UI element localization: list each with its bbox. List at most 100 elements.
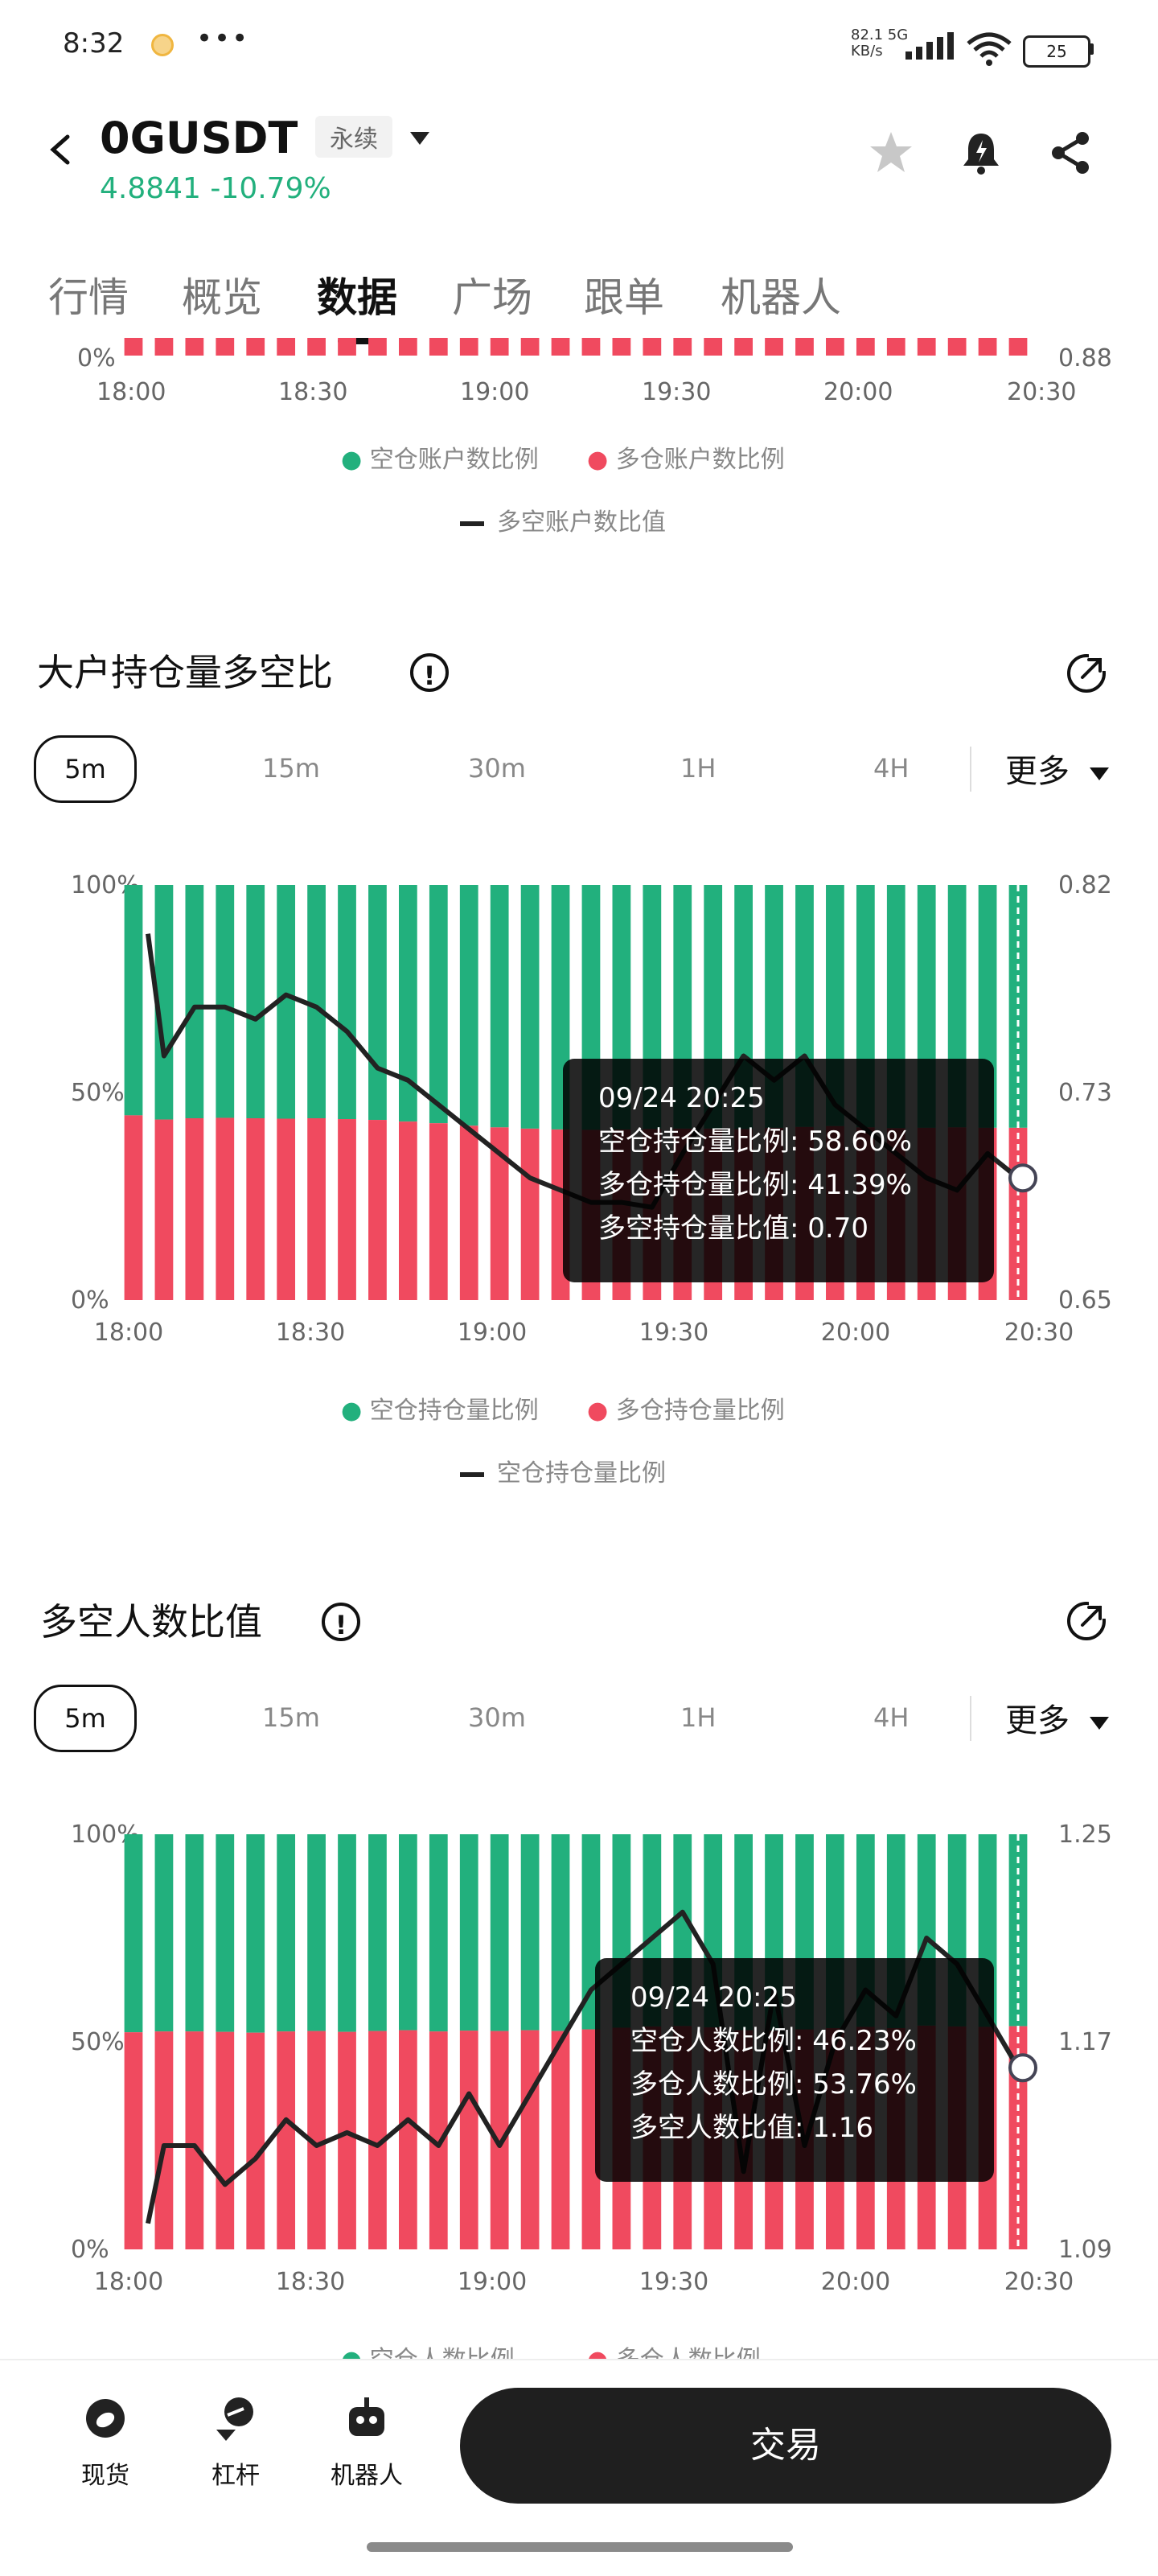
bar-long	[856, 338, 875, 356]
bar-long	[399, 2030, 417, 2249]
contract-type-badge[interactable]: 永续	[315, 116, 392, 158]
spot-icon	[86, 2399, 125, 2438]
bar-short	[124, 1834, 143, 2033]
nav-margin[interactable]: 杠杆	[199, 2394, 272, 2491]
timeframe-30m[interactable]: 30m	[468, 753, 526, 784]
chart-tooltip: 09/24 20:25 空仓持仓量比例: 58.60% 多仓持仓量比例: 41.…	[563, 1059, 994, 1282]
nav-spot[interactable]: 现货	[69, 2394, 142, 2491]
bar-short	[459, 1834, 478, 2031]
tab-copy-trading[interactable]: 跟单	[584, 265, 664, 323]
bar-long	[154, 1119, 174, 1300]
bar-long	[216, 338, 235, 356]
timeframe-15m[interactable]: 15m	[262, 1702, 320, 1733]
bar-long	[185, 1117, 204, 1300]
legend-short-position: ● 空仓持仓量比例	[341, 1397, 539, 1425]
x-tick: 20:00	[823, 378, 893, 406]
bar-long	[277, 1118, 296, 1300]
bar-short	[185, 885, 204, 1118]
tab-bots[interactable]: 机器人	[721, 265, 841, 323]
chevron-down-icon[interactable]	[409, 130, 431, 146]
tab-market[interactable]: 行情	[48, 265, 129, 323]
timeframe-1h[interactable]: 1H	[680, 753, 716, 784]
section-title-long-short-account-ratio: 多空人数比值	[40, 1600, 262, 1644]
timeframe-5m[interactable]: 5m	[34, 1685, 137, 1752]
bar-long	[795, 338, 814, 356]
divider	[970, 747, 971, 792]
bar-long	[734, 338, 753, 356]
bar-long	[246, 2032, 265, 2249]
x-tick: 20:00	[821, 1319, 890, 1347]
bar-short	[520, 1834, 540, 2031]
bar-short	[246, 885, 265, 1118]
bell-icon[interactable]	[957, 129, 1005, 177]
selected-point-marker	[1008, 1163, 1037, 1193]
x-tick: 18:30	[276, 2268, 345, 2296]
symbol-title[interactable]: 0GUSDT	[100, 113, 298, 163]
bar-short	[520, 885, 540, 1129]
tooltip-row: 多仓持仓量比例: 41.39%	[598, 1169, 912, 1201]
bar-short	[154, 1834, 174, 2032]
bar-long	[886, 338, 905, 356]
bar-long	[947, 338, 967, 356]
bar-long	[307, 338, 326, 356]
x-tick: 18:00	[96, 378, 166, 406]
y-left-tick: 50%	[71, 1079, 125, 1107]
home-indicator[interactable]	[367, 2542, 793, 2552]
y-left-tick: 50%	[71, 2028, 125, 2056]
more-timeframes-dropdown[interactable]: 更多	[1005, 745, 1111, 792]
speed-value: 82.1 5G	[851, 27, 909, 43]
tooltip-row: 多空人数比值: 1.16	[630, 2112, 873, 2144]
info-icon[interactable]: !	[410, 653, 449, 692]
back-icon[interactable]	[45, 134, 77, 166]
notification-icon	[151, 34, 174, 56]
divider	[970, 1696, 971, 1741]
bar-long	[429, 338, 448, 356]
margin-icon	[216, 2397, 253, 2441]
tooltip-row: 多空持仓量比值: 0.70	[598, 1212, 868, 1245]
tooltip-row: 多仓人数比例: 53.76%	[630, 2068, 917, 2101]
x-tick: 18:30	[278, 378, 348, 406]
timeframe-4h[interactable]: 4H	[873, 753, 909, 784]
trade-button[interactable]: 交易	[460, 2388, 1111, 2504]
chart-tooltip: 09/24 20:25 空仓人数比例: 46.23% 多仓人数比例: 53.76…	[595, 1958, 994, 2182]
bar-long	[338, 2031, 356, 2249]
bar-long	[124, 2032, 143, 2249]
bar-long	[154, 2031, 174, 2249]
bar-short	[246, 1834, 265, 2033]
timeframe-5m[interactable]: 5m	[34, 735, 137, 803]
legend-long-accounts: ● 多仓账户数比例	[587, 446, 785, 474]
bar-long	[246, 338, 265, 356]
share-icon[interactable]	[1047, 129, 1095, 177]
star-icon[interactable]	[867, 129, 915, 177]
info-icon[interactable]: !	[322, 1603, 360, 1641]
bar-short	[338, 1834, 356, 2032]
battery-tip	[1089, 43, 1094, 55]
bar-long	[368, 1120, 387, 1300]
more-timeframes-dropdown[interactable]: 更多	[1005, 1694, 1111, 1741]
tab-overview[interactable]: 概览	[182, 265, 262, 323]
bar-short	[307, 1834, 326, 2031]
tooltip-time: 09/24 20:25	[630, 1981, 797, 2014]
external-link-icon[interactable]	[1065, 1599, 1108, 1643]
tooltip-row: 空仓持仓量比例: 58.60%	[598, 1125, 912, 1158]
tab-square[interactable]: 广场	[452, 265, 532, 323]
x-tick: 18:00	[94, 1319, 163, 1347]
bar-long	[612, 338, 631, 356]
bar-long	[307, 1117, 326, 1300]
timeframe-30m[interactable]: 30m	[468, 1702, 526, 1733]
x-tick: 20:30	[1004, 2268, 1074, 2296]
bar-short	[368, 1834, 387, 2031]
timeframe-15m[interactable]: 15m	[262, 753, 320, 784]
price-change: -10.79%	[210, 172, 331, 205]
bar-long	[520, 2030, 540, 2249]
bar-long	[277, 2031, 296, 2249]
tab-data[interactable]: 数据	[317, 265, 397, 323]
y-right-tick: 1.25	[1058, 1821, 1112, 1849]
x-tick: 20:00	[821, 2268, 890, 2296]
bar-long	[368, 338, 387, 356]
nav-bots[interactable]: 机器人	[318, 2394, 415, 2491]
timeframe-1h[interactable]: 1H	[680, 1702, 716, 1733]
external-link-icon[interactable]	[1065, 652, 1108, 695]
y-right-tick: 0.82	[1058, 871, 1112, 899]
timeframe-4h[interactable]: 4H	[873, 1702, 909, 1733]
